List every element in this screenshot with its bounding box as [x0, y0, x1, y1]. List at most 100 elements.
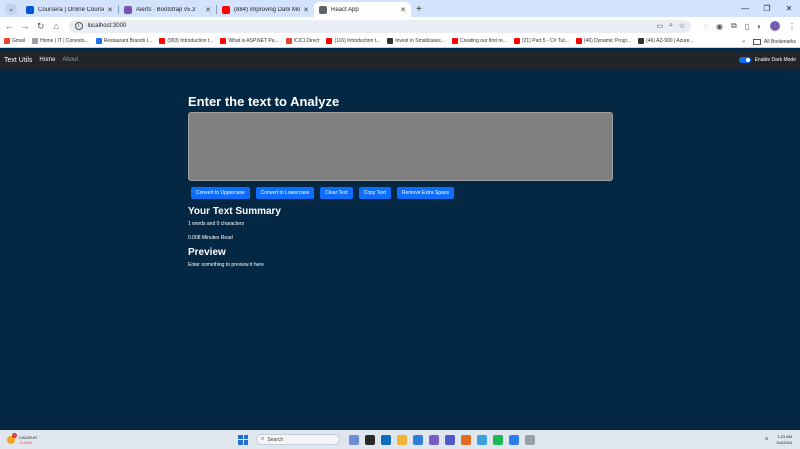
tab-search-icon[interactable]: ⌄ [5, 3, 17, 15]
tab-close-icon[interactable]: ✕ [107, 6, 113, 14]
nav-link-home[interactable]: Home [39, 57, 55, 63]
forward-icon[interactable]: → [19, 21, 32, 31]
action-buttons: Convert to Uppercase Convert to Lowercas… [191, 187, 613, 199]
windows-taskbar: 1 CAD/EUR -0.41% ⌕ Search ˄ 1:23 AM 3/4/… [0, 430, 800, 449]
copy-text-button[interactable]: Copy Text [358, 187, 391, 199]
chevron-right-icon[interactable]: » [742, 39, 745, 45]
notification-badge: 1 [12, 432, 17, 438]
bookmark-favicon-icon [32, 38, 39, 44]
tab-close-icon[interactable]: ✕ [400, 6, 406, 14]
bookmark-favicon-icon [95, 38, 102, 44]
browser-tab-youtube[interactable]: (884) Improving Dark Mode S ✕ [217, 2, 314, 17]
menu-kebab-icon[interactable]: ⋮ [788, 22, 796, 31]
nav-link-about[interactable]: About [62, 57, 78, 63]
taskbar-app-icon[interactable] [493, 434, 503, 445]
taskbar-app-icon[interactable] [509, 434, 519, 445]
folder-icon [753, 38, 762, 45]
taskbar-search[interactable]: ⌕ Search [256, 434, 340, 445]
bookmark-item[interactable]: Home | IT | Conesto... [32, 38, 89, 44]
clear-text-button[interactable]: Clear Text [320, 187, 353, 199]
bookmark-star-icon[interactable]: ☆ [679, 22, 685, 30]
uppercase-button[interactable]: Convert to Uppercase [191, 187, 250, 199]
site-info-icon[interactable]: i [74, 22, 83, 30]
close-window-icon[interactable]: ✕ [778, 4, 800, 13]
new-tab-icon[interactable]: + [416, 4, 422, 15]
bookmark-item[interactable]: Gmail [4, 38, 25, 44]
browser-tab-coursera[interactable]: Coursera | Online Courses From ✕ [21, 2, 118, 17]
bookmark-item[interactable]: What is ASP.NET Pa... [220, 38, 279, 44]
taskbar-app-icon[interactable] [461, 434, 471, 445]
clock-date: 3/4/2024 [776, 439, 792, 445]
alert-close-icon[interactable]: ✕ [789, 73, 796, 82]
minimize-icon[interactable]: — [734, 4, 756, 13]
toolbar-right: ◌ ◉ ⧉ ▯ ◐ U ⋮ [699, 21, 800, 31]
ticker-name: CAD/EUR [19, 434, 38, 440]
system-tray: ˄ 1:23 AM 3/4/2024 [765, 430, 792, 449]
react-favicon-icon [319, 5, 327, 14]
puzzle-icon[interactable]: ⧉ [731, 21, 737, 31]
search-icon: ⌕ [261, 436, 265, 442]
chevron-up-icon[interactable]: ˄ [765, 437, 769, 443]
back-icon[interactable]: ← [3, 21, 16, 31]
bookmark-item[interactable]: (46) AZ-900 | Azure... [638, 38, 694, 44]
lowercase-button[interactable]: Convert to Lowercase [255, 187, 315, 199]
bookmark-item[interactable]: Restaurant Brands I... [95, 38, 152, 44]
cast-icon[interactable]: ▭ [656, 22, 663, 30]
tab-title: Coursera | Online Courses From [38, 6, 104, 13]
all-bookmarks[interactable]: » All Bookmarks [736, 35, 796, 47]
bookmark-item[interactable]: (21) Part 5 - C# Tut... [513, 38, 569, 44]
taskbar-app-icon[interactable] [365, 434, 375, 445]
zoom-icon[interactable]: ⌕ [669, 22, 673, 30]
taskbar-app-icon[interactable] [397, 434, 407, 445]
browser-tab-react-app[interactable]: React App ✕ [314, 2, 411, 17]
side-panel-icon[interactable]: ▯ [745, 22, 749, 31]
profile-avatar[interactable]: U [770, 21, 780, 31]
bookmark-favicon-icon [575, 38, 582, 44]
toggle-switch[interactable] [738, 57, 751, 63]
bookmark-item[interactable]: (116) Introduction t... [326, 38, 380, 44]
home-icon[interactable]: ⌂ [50, 21, 63, 31]
search-placeholder: Search [267, 436, 284, 443]
reload-icon[interactable]: ↻ [34, 21, 47, 32]
windows-start-icon[interactable] [238, 434, 248, 445]
taskbar-app-icon[interactable] [381, 434, 391, 445]
bookmarks-bar: Gmail Home | IT | Conesto... Restaurant … [0, 35, 800, 48]
bookmark-favicon-icon [4, 38, 10, 44]
bookmark-item[interactable]: Creating our first re... [451, 38, 507, 44]
widgets-button[interactable]: 1 CAD/EUR -0.41% [7, 432, 38, 445]
preview-text: Enter something to preview it here [188, 262, 264, 268]
address-url[interactable]: localhost:3000 [88, 23, 651, 29]
bookmark-item[interactable]: (46) Dynamic Progr... [575, 38, 631, 44]
bookmark-item[interactable]: ICICI Direct [285, 38, 319, 44]
bootstrap-favicon-icon [124, 5, 132, 14]
bookmark-item[interactable]: (993) Introduction t... [159, 38, 213, 44]
taskbar-app-icon[interactable] [477, 434, 487, 445]
text-input-area[interactable] [188, 112, 613, 181]
browser-tab-bootstrap[interactable]: Alerts · Bootstrap v5.3 ✕ [119, 2, 216, 17]
taskbar-app-icon[interactable] [349, 434, 359, 445]
restore-icon[interactable]: ❐ [756, 4, 778, 13]
remove-space-button[interactable]: Remove Extra Space [396, 187, 455, 199]
dark-mode-toggle[interactable]: Enable Dark Mode [738, 51, 796, 69]
bookmark-favicon-icon [159, 38, 166, 44]
bookmark-item[interactable]: Invest in Smallcases... [387, 38, 445, 44]
bookmark-favicon-icon [387, 38, 394, 44]
bookmark-favicon-icon [285, 38, 292, 44]
taskbar-app-icon[interactable] [445, 434, 455, 445]
bookmark-favicon-icon [513, 38, 520, 44]
taskbar-clock[interactable]: 1:23 AM 3/4/2024 [776, 434, 792, 446]
taskbar-app-icon[interactable] [525, 434, 535, 445]
bookmark-favicon-icon [451, 38, 458, 44]
navbar-brand[interactable]: Text Utils [4, 57, 32, 64]
widget-icon: 1 [7, 432, 17, 444]
tab-close-icon[interactable]: ✕ [303, 6, 309, 14]
extension-icon[interactable]: ◉ [716, 22, 723, 31]
taskbar-app-icon[interactable] [429, 434, 439, 445]
extension-icon[interactable]: ◌ [703, 22, 708, 31]
tab-close-icon[interactable]: ✕ [205, 6, 211, 14]
sync-icon[interactable]: ◐ [757, 22, 762, 31]
browser-toolbar: ← → ↻ ⌂ i localhost:3000 ▭ ⌕ ☆ ◌ ◉ ⧉ ▯ ◐… [0, 17, 800, 35]
taskbar-app-icon[interactable] [413, 434, 423, 445]
address-bar[interactable]: i localhost:3000 ▭ ⌕ ☆ [68, 19, 692, 33]
clock-time: 1:23 AM [777, 433, 792, 439]
